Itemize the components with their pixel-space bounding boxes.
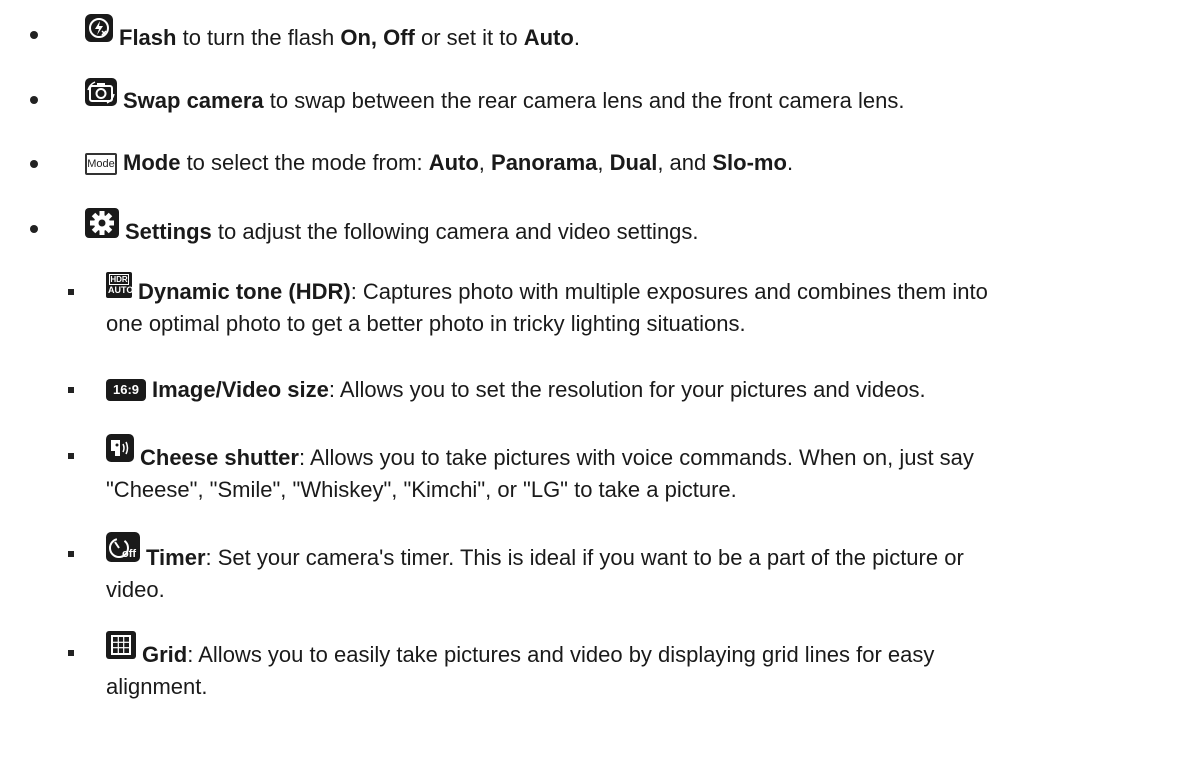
term-grid: Grid (142, 642, 188, 667)
term-dynamic-tone: Dynamic tone (HDR) (138, 279, 351, 304)
svg-text:off: off (122, 548, 136, 560)
term-timer: Timer (146, 545, 206, 570)
bullet (68, 650, 74, 656)
term-image-video-size: Image/Video size (152, 377, 329, 402)
aspect-ratio-icon: 16:9 (106, 379, 146, 401)
flash-icon (85, 14, 113, 42)
grid-icon (106, 631, 136, 659)
term-flash: Flash (119, 25, 177, 50)
swap-camera-icon (85, 78, 117, 106)
term-cheese-shutter: Cheese shutter (140, 445, 299, 470)
bullet (68, 289, 74, 295)
gear-icon (85, 208, 119, 238)
bullet (68, 387, 74, 393)
term-mode: Mode (123, 150, 181, 175)
term-swap-camera: Swap camera (123, 88, 264, 113)
bullet (68, 453, 74, 459)
mode-icon: Mode (85, 153, 117, 175)
cheese-shutter-icon (106, 434, 134, 462)
bullet (68, 551, 74, 557)
bullet (30, 96, 38, 104)
hdr-auto-icon: HDR AUTO (106, 272, 133, 298)
timer-off-icon: off (106, 532, 140, 562)
bullet (30, 31, 38, 39)
term-settings: Settings (125, 219, 212, 244)
bullet (30, 225, 38, 233)
bullet (30, 160, 38, 168)
